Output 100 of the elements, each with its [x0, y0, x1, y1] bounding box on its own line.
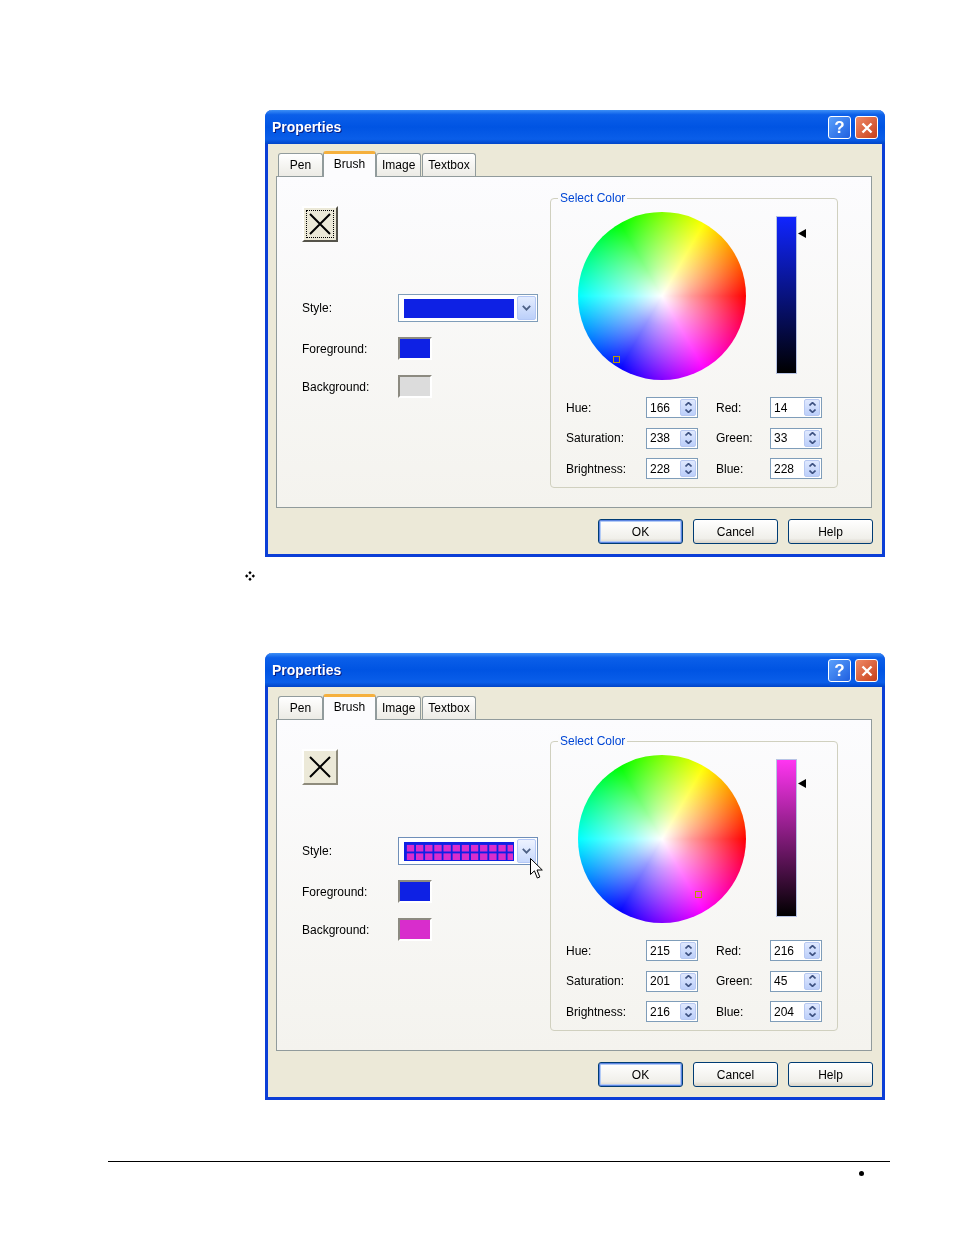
close-icon: [860, 664, 873, 677]
chevron-up-icon: [808, 432, 816, 437]
chevron-down-icon: [808, 439, 816, 444]
number-field[interactable]: 228: [770, 458, 822, 479]
chevron-up-icon: [684, 432, 692, 437]
dialog-button[interactable]: Help: [788, 519, 873, 544]
triangle-marker-icon: [798, 779, 806, 789]
cross-button[interactable]: [302, 206, 338, 242]
mouse-cursor-icon: [530, 858, 543, 879]
close-icon: [860, 121, 873, 134]
dialog-button[interactable]: OK: [598, 519, 683, 544]
help-button[interactable]: ?: [828, 116, 851, 139]
chevron-up-icon: [808, 1005, 816, 1010]
dropdown-button[interactable]: [517, 296, 536, 320]
color-swatch[interactable]: [398, 375, 432, 398]
number-field[interactable]: 228: [646, 458, 698, 479]
chevron-down-icon: [808, 1013, 816, 1018]
field-label: Background:: [302, 379, 370, 394]
field-label: Red:: [716, 943, 743, 958]
tab[interactable]: Pen: [278, 696, 323, 719]
chevron-up-icon: [808, 944, 816, 949]
chevron-up-icon: [684, 401, 692, 406]
tab[interactable]: Image: [376, 153, 422, 176]
chevron-down-icon: [684, 952, 692, 957]
number-field[interactable]: 238: [646, 427, 698, 449]
chevron-down-icon: [522, 848, 531, 854]
marker-icon: [612, 356, 620, 364]
field-label: Saturation:: [566, 974, 626, 988]
tab[interactable]: Pen: [278, 153, 323, 176]
window-title: Properties: [272, 119, 342, 135]
group-title: Select Color: [558, 191, 628, 205]
field-label: Blue:: [716, 461, 745, 476]
cross-button[interactable]: [302, 749, 338, 785]
field-label: Hue:: [566, 943, 593, 958]
brightness-bar[interactable]: [776, 759, 797, 917]
style-dropdown[interactable]: [398, 294, 538, 322]
number-field[interactable]: 45: [770, 970, 822, 992]
cross-icon: [309, 213, 331, 235]
diamond-bullet-icon: [245, 571, 255, 581]
chevron-down-icon: [684, 982, 692, 987]
window-title: Properties: [272, 662, 342, 678]
tab[interactable]: Textbox: [422, 153, 476, 176]
dialog-button[interactable]: OK: [598, 1062, 683, 1087]
field-label: Brightness:: [566, 461, 628, 476]
field-label: Saturation:: [566, 431, 626, 445]
chevron-down-icon: [684, 439, 692, 444]
marker-icon: [695, 890, 703, 898]
chevron-down-icon: [808, 409, 816, 414]
help-button[interactable]: ?: [828, 659, 851, 682]
field-label: Blue:: [716, 1004, 745, 1019]
field-label: Background:: [302, 922, 370, 937]
color-swatch[interactable]: [398, 918, 432, 941]
color-swatch[interactable]: [398, 880, 432, 903]
color-swatch[interactable]: [398, 337, 432, 360]
chevron-up-icon: [684, 1005, 692, 1010]
chevron-up-icon: [808, 462, 816, 467]
chevron-down-icon: [522, 305, 531, 311]
close-button[interactable]: [855, 116, 878, 139]
cross-icon: [309, 756, 331, 778]
chevron-up-icon: [684, 975, 692, 980]
triangle-marker-icon: [798, 228, 806, 238]
number-field[interactable]: 201: [646, 970, 698, 992]
number-field[interactable]: 215: [646, 940, 698, 961]
field-label: Brightness:: [566, 1004, 628, 1019]
chevron-down-icon: [684, 409, 692, 414]
dialog-button[interactable]: Cancel: [693, 1062, 778, 1087]
field-label: Green:: [716, 431, 754, 445]
number-field[interactable]: 166: [646, 397, 698, 418]
field-label: Hue:: [566, 400, 593, 415]
number-field[interactable]: 216: [646, 1001, 698, 1022]
field-label: Green:: [716, 974, 754, 988]
chevron-down-icon: [808, 952, 816, 957]
chevron-down-icon: [808, 470, 816, 475]
tab[interactable]: Brush: [323, 694, 376, 720]
number-field[interactable]: 14: [770, 397, 822, 418]
dot-icon: [859, 1171, 864, 1176]
brightness-bar[interactable]: [776, 216, 797, 374]
dropdown-button[interactable]: [517, 839, 536, 863]
chevron-up-icon: [684, 944, 692, 949]
close-button[interactable]: [855, 659, 878, 682]
group-title: Select Color: [558, 734, 628, 748]
chevron-down-icon: [808, 982, 816, 987]
field-label: Foreground:: [302, 884, 368, 899]
tab[interactable]: Textbox: [422, 696, 476, 719]
field-label: Red:: [716, 400, 743, 415]
number-field[interactable]: 216: [770, 940, 822, 961]
dialog-button[interactable]: Cancel: [693, 519, 778, 544]
dialog-button[interactable]: Help: [788, 1062, 873, 1087]
chevron-down-icon: [684, 1013, 692, 1018]
number-field[interactable]: 204: [770, 1001, 822, 1022]
chevron-up-icon: [684, 462, 692, 467]
tab[interactable]: Image: [376, 696, 422, 719]
chevron-down-icon: [684, 470, 692, 475]
field-label: Style:: [302, 301, 332, 315]
chevron-up-icon: [808, 401, 816, 406]
field-label: Style:: [302, 844, 332, 858]
number-field[interactable]: 33: [770, 427, 822, 449]
tab[interactable]: Brush: [323, 151, 376, 177]
chevron-up-icon: [808, 975, 816, 980]
field-label: Foreground:: [302, 341, 368, 356]
